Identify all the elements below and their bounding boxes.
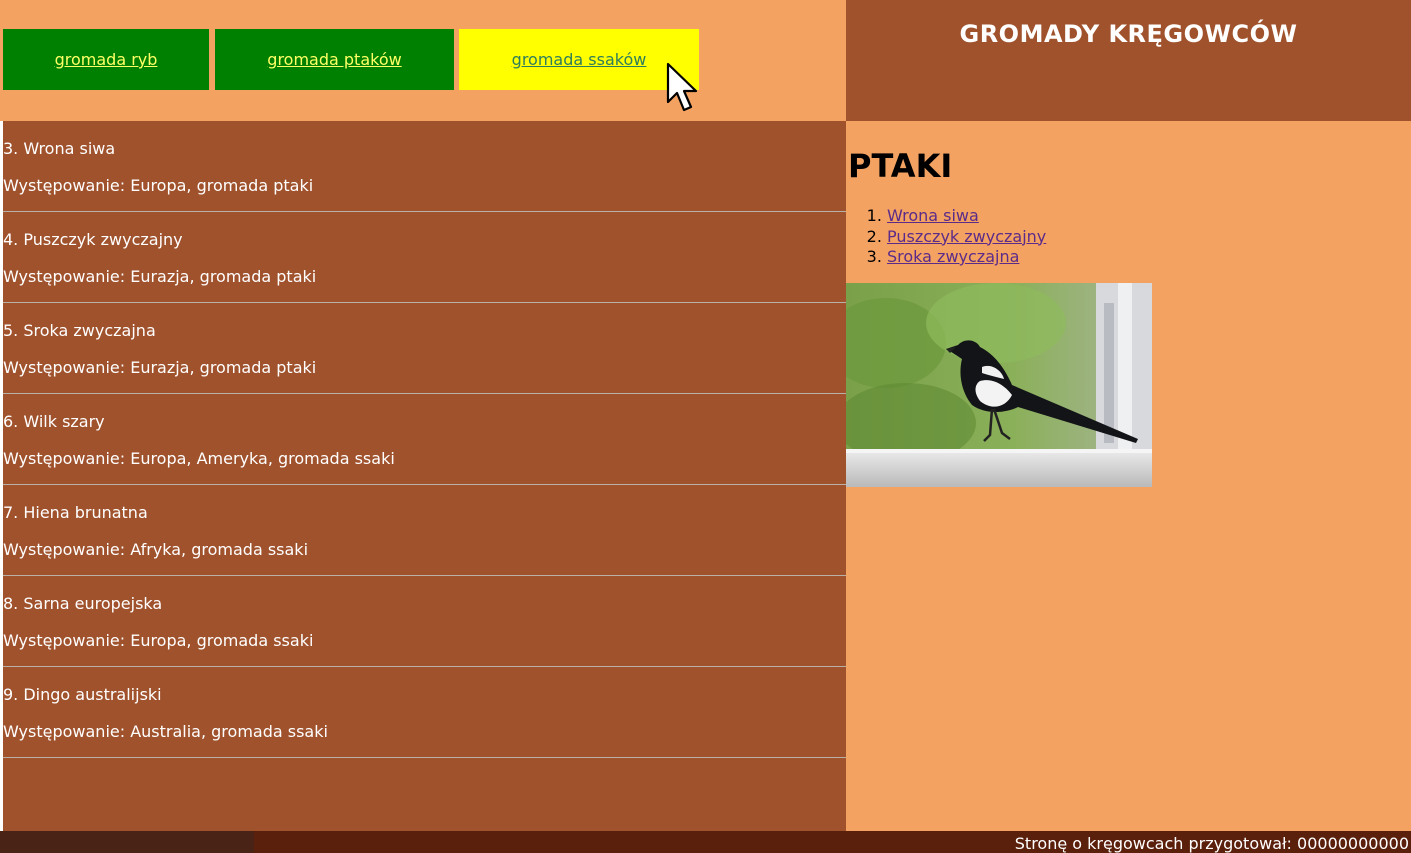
animal-occurrence: Występowanie: Europa, Ameryka, gromada s…	[3, 449, 395, 468]
nav-item-gromada-ryb[interactable]: gromada ryb	[3, 29, 209, 90]
menu-bar: gromada ryb gromada ptaków gromada ssakó…	[0, 0, 846, 121]
section-heading: PTAKI	[848, 147, 953, 185]
animal-entry: 8. Sarna europejska Występowanie: Europa…	[3, 576, 846, 667]
sidebar: PTAKI Wrona siwa Puszczyk zwyczajny Srok…	[846, 121, 1411, 831]
animal-entry: 4. Puszczyk zwyczajny Występowanie: Eura…	[3, 212, 846, 303]
animal-entry: 6. Wilk szary Występowanie: Europa, Amer…	[3, 394, 846, 485]
animal-name: 9. Dingo australijski	[3, 685, 162, 704]
animal-occurrence: Występowanie: Eurazja, gromada ptaki	[3, 267, 317, 286]
mouse-cursor-icon	[666, 62, 698, 112]
list-item: Wrona siwa	[887, 206, 1046, 227]
animal-name: 4. Puszczyk zwyczajny	[3, 230, 183, 249]
nav-link-gromada-ptakow[interactable]: gromada ptaków	[267, 50, 401, 69]
animal-name: 5. Sroka zwyczajna	[3, 321, 156, 340]
footer: Stronę o kręgowcach przygotował: 0000000…	[0, 831, 1411, 853]
list-item: Sroka zwyczajna	[887, 247, 1046, 268]
link-puszczyk-zwyczajny[interactable]: Puszczyk zwyczajny	[887, 227, 1046, 246]
link-sroka-zwyczajna[interactable]: Sroka zwyczajna	[887, 247, 1019, 266]
bird-link-list: Wrona siwa Puszczyk zwyczajny Sroka zwyc…	[846, 206, 1046, 268]
animal-name: 7. Hiena brunatna	[3, 503, 148, 522]
animal-name: 8. Sarna europejska	[3, 594, 163, 613]
link-wrona-siwa[interactable]: Wrona siwa	[887, 206, 979, 225]
animal-occurrence: Występowanie: Afryka, gromada ssaki	[3, 540, 309, 559]
animal-occurrence: Występowanie: Europa, gromada ptaki	[3, 176, 314, 195]
footer-strip	[0, 831, 254, 853]
magpie-photo	[846, 283, 1152, 487]
animal-name: 3. Wrona siwa	[3, 139, 116, 158]
footer-text: Stronę o kręgowcach przygotował: 0000000…	[1014, 834, 1409, 853]
page-title: GROMADY KRĘGOWCÓW	[959, 20, 1298, 48]
animal-entry: 5. Sroka zwyczajna Występowanie: Eurazja…	[3, 303, 846, 394]
animal-occurrence: Występowanie: Eurazja, gromada ptaki	[3, 358, 317, 377]
header: GROMADY KRĘGOWCÓW	[846, 0, 1411, 121]
animal-entry: 9. Dingo australijski Występowanie: Aust…	[3, 667, 846, 758]
animal-name: 6. Wilk szary	[3, 412, 105, 431]
animal-entry: 3. Wrona siwa Występowanie: Europa, grom…	[3, 121, 846, 212]
animal-list-panel: 3. Wrona siwa Występowanie: Europa, grom…	[0, 121, 846, 831]
animal-occurrence: Występowanie: Australia, gromada ssaki	[3, 722, 328, 741]
animal-occurrence: Występowanie: Europa, gromada ssaki	[3, 631, 314, 650]
nav-item-gromada-ssakow[interactable]: gromada ssaków	[459, 29, 699, 90]
nav-item-gromada-ptakow[interactable]: gromada ptaków	[215, 29, 454, 90]
nav-link-gromada-ryb[interactable]: gromada ryb	[55, 50, 158, 69]
animal-entry: 7. Hiena brunatna Występowanie: Afryka, …	[3, 485, 846, 576]
list-item: Puszczyk zwyczajny	[887, 227, 1046, 248]
nav-link-gromada-ssakow[interactable]: gromada ssaków	[512, 50, 647, 69]
page: gromada ryb gromada ptaków gromada ssakó…	[0, 0, 1411, 853]
